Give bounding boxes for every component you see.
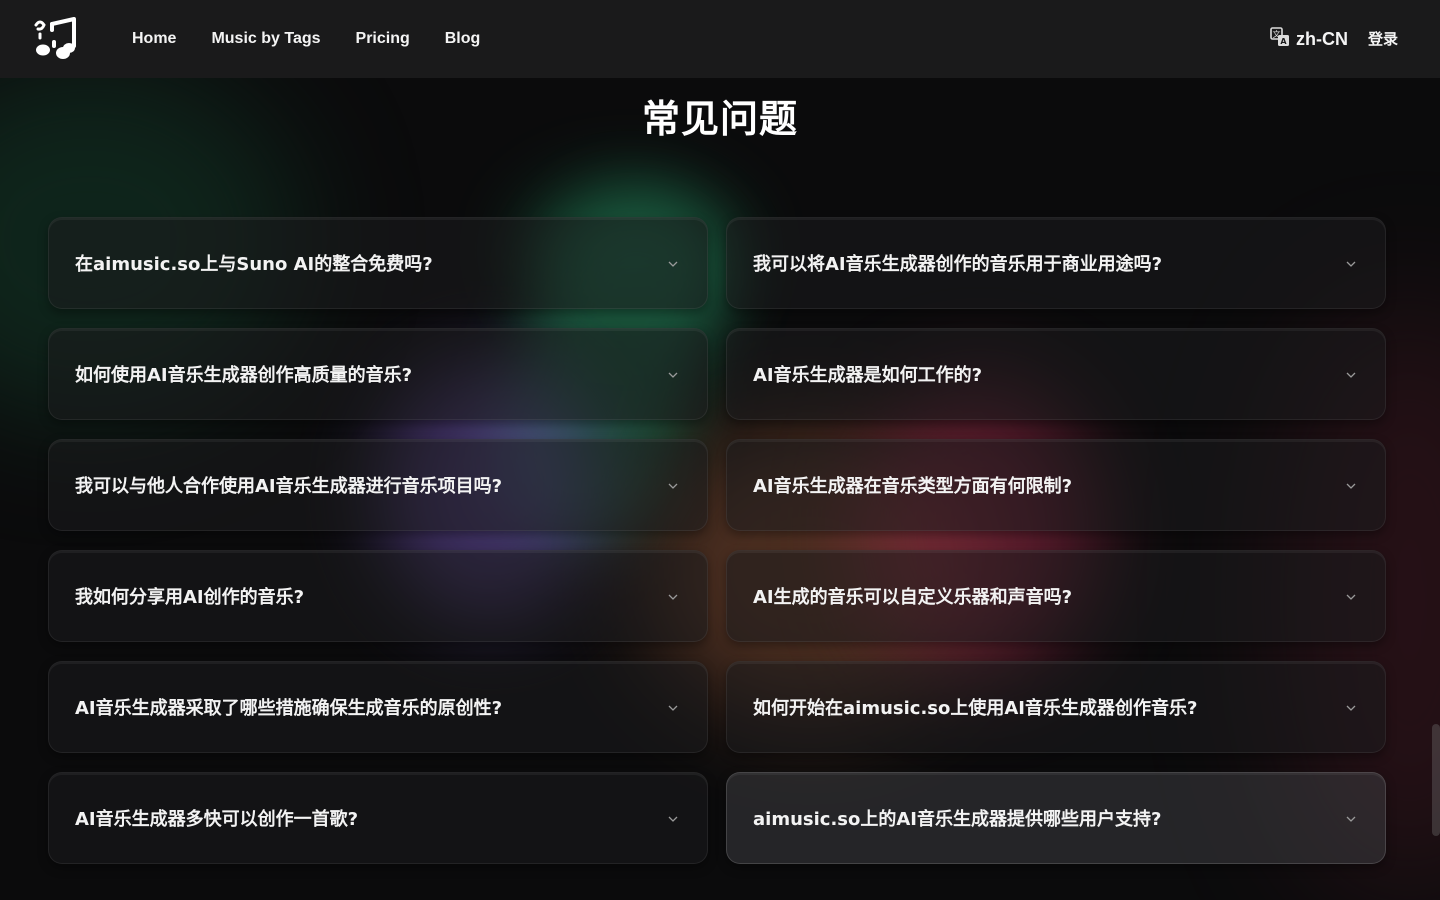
language-switcher[interactable]: 文 A zh-CN bbox=[1270, 27, 1348, 51]
faq-question: 我可以与他人合作使用AI音乐生成器进行音乐项目吗? bbox=[75, 476, 503, 497]
faq-item[interactable]: 我如何分享用AI创作的音乐? bbox=[48, 550, 708, 642]
svg-text:A: A bbox=[1280, 37, 1287, 46]
chevron-down-icon bbox=[668, 261, 678, 267]
chevron-down-icon bbox=[1346, 261, 1356, 267]
faq-item[interactable]: aimusic.so上的AI音乐生成器提供哪些用户支持? bbox=[726, 772, 1386, 864]
chevron-down-icon bbox=[668, 705, 678, 711]
faq-item[interactable]: 我可以将AI音乐生成器创作的音乐用于商业用途吗? bbox=[726, 217, 1386, 309]
faq-question: 如何开始在aimusic.so上使用AI音乐生成器创作音乐? bbox=[753, 698, 1198, 719]
chevron-down-icon bbox=[668, 816, 678, 822]
chevron-down-icon bbox=[668, 594, 678, 600]
faq-item[interactable]: AI音乐生成器采取了哪些措施确保生成音乐的原创性? bbox=[48, 661, 708, 753]
page-title: 常见问题 bbox=[641, 97, 798, 141]
faq-grid: 在aimusic.so上与Suno AI的整合免费吗? 我可以将AI音乐生成器创… bbox=[48, 217, 1386, 864]
chevron-down-icon bbox=[1346, 705, 1356, 711]
faq-item[interactable]: 我可以与他人合作使用AI音乐生成器进行音乐项目吗? bbox=[48, 439, 708, 531]
faq-question: aimusic.so上的AI音乐生成器提供哪些用户支持? bbox=[753, 809, 1162, 830]
nav-link-blog[interactable]: Blog bbox=[445, 30, 481, 48]
faq-item[interactable]: 如何使用AI音乐生成器创作高质量的音乐? bbox=[48, 328, 708, 420]
top-navbar: Home Music by Tags Pricing Blog 文 A zh-C… bbox=[0, 0, 1440, 78]
chevron-down-icon bbox=[668, 372, 678, 378]
page: Home Music by Tags Pricing Blog 文 A zh-C… bbox=[0, 0, 1440, 900]
faq-item[interactable]: AI生成的音乐可以自定义乐器和声音吗? bbox=[726, 550, 1386, 642]
language-label: zh-CN bbox=[1296, 28, 1348, 49]
faq-question: AI音乐生成器采取了哪些措施确保生成音乐的原创性? bbox=[75, 698, 503, 719]
chevron-down-icon bbox=[1346, 372, 1356, 378]
faq-question: AI生成的音乐可以自定义乐器和声音吗? bbox=[753, 587, 1073, 608]
faq-question: 如何使用AI音乐生成器创作高质量的音乐? bbox=[75, 365, 413, 386]
faq-item[interactable]: AI音乐生成器多快可以创作一首歌? bbox=[48, 772, 708, 864]
faq-question: AI音乐生成器是如何工作的? bbox=[753, 365, 983, 386]
chevron-down-icon bbox=[668, 483, 678, 489]
nav-link-music-by-tags[interactable]: Music by Tags bbox=[211, 30, 320, 48]
music-note-logo-icon[interactable] bbox=[34, 16, 78, 62]
faq-item[interactable]: AI音乐生成器在音乐类型方面有何限制? bbox=[726, 439, 1386, 531]
chevron-down-icon bbox=[1346, 483, 1356, 489]
faq-question: 我如何分享用AI创作的音乐? bbox=[75, 587, 305, 608]
faq-question: AI音乐生成器多快可以创作一首歌? bbox=[75, 809, 359, 830]
nav-links: Home Music by Tags Pricing Blog bbox=[132, 0, 480, 78]
faq-item[interactable]: AI音乐生成器是如何工作的? bbox=[726, 328, 1386, 420]
nav-link-pricing[interactable]: Pricing bbox=[356, 30, 410, 48]
translate-icon: 文 A bbox=[1270, 27, 1290, 51]
chevron-down-icon bbox=[1346, 594, 1356, 600]
faq-question: 在aimusic.so上与Suno AI的整合免费吗? bbox=[75, 254, 433, 275]
faq-question: AI音乐生成器在音乐类型方面有何限制? bbox=[753, 476, 1073, 497]
chevron-down-icon bbox=[1346, 816, 1356, 822]
faq-item[interactable]: 在aimusic.so上与Suno AI的整合免费吗? bbox=[48, 217, 708, 309]
login-button[interactable]: 登录 bbox=[1368, 28, 1398, 49]
page-scrollbar[interactable] bbox=[1432, 724, 1440, 836]
faq-question: 我可以将AI音乐生成器创作的音乐用于商业用途吗? bbox=[753, 254, 1163, 275]
nav-link-home[interactable]: Home bbox=[132, 30, 176, 48]
faq-item[interactable]: 如何开始在aimusic.so上使用AI音乐生成器创作音乐? bbox=[726, 661, 1386, 753]
